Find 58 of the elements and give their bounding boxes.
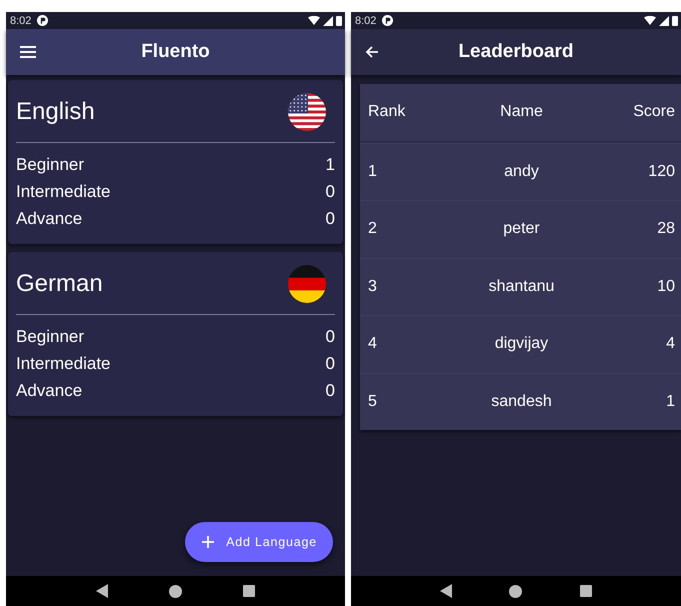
table-cell-text: sandesh <box>490 392 553 411</box>
app-title: Leaderboard <box>458 41 574 63</box>
status-time: 8:02 <box>355 14 376 26</box>
signal-icon <box>659 16 669 26</box>
language-name: German <box>16 270 103 298</box>
table-cell-text: 4 <box>665 335 675 354</box>
language-card[interactable]: German Beginner 0 Intermediate 0 Advance 0 <box>8 252 343 416</box>
table-cell-text: digvijay <box>494 335 550 354</box>
signal-icon <box>323 16 333 26</box>
level-count: 0 <box>326 181 335 203</box>
table-cell-text: 2 <box>368 220 378 238</box>
level-label: Advance <box>16 208 82 230</box>
battery-icon <box>672 15 678 26</box>
level-count: 0 <box>326 380 335 402</box>
level-count: 1 <box>326 154 335 176</box>
level-count: 0 <box>326 208 335 230</box>
home-nav-icon[interactable] <box>509 584 522 598</box>
back-nav-icon[interactable] <box>440 584 452 598</box>
plus-icon <box>202 536 214 548</box>
level-label: Advance <box>16 380 82 402</box>
us-flag-icon <box>288 93 326 131</box>
language-name: English <box>16 98 95 126</box>
table-cell-text: 28 <box>656 220 675 238</box>
table-cell-text: 5 <box>368 392 378 411</box>
level-label: Beginner <box>16 154 84 176</box>
level-label: Intermediate <box>16 181 110 203</box>
back-nav-icon[interactable] <box>96 584 108 598</box>
recents-nav-icon[interactable] <box>242 585 255 597</box>
column-header: Name <box>499 103 544 122</box>
table-cell-text: 1 <box>665 392 675 411</box>
table-cell-text: 10 <box>656 278 675 296</box>
german-flag-icon <box>288 265 326 303</box>
table-cell-text: 120 <box>647 162 675 181</box>
level-count: 0 <box>326 326 335 348</box>
level-label: Beginner <box>16 326 84 348</box>
level-count: 0 <box>326 353 335 375</box>
table-cell-text: 1 <box>368 162 378 181</box>
app-notification-icon <box>37 15 48 26</box>
column-header: Score <box>632 103 675 122</box>
recents-nav-icon[interactable] <box>580 585 592 597</box>
menu-icon[interactable] <box>20 46 36 58</box>
table-cell-text: peter <box>502 220 541 238</box>
table-cell-text: shantanu <box>488 278 556 296</box>
add-language-button[interactable]: Add Language <box>185 522 333 562</box>
table-cell-text: andy <box>503 162 540 181</box>
back-arrow-icon[interactable] <box>365 45 379 59</box>
level-label: Intermediate <box>16 353 110 375</box>
wifi-icon <box>308 16 320 26</box>
table-cell-text: 3 <box>368 278 378 296</box>
language-card[interactable]: English Beginner 1 Intermediate 0 Advance 0 <box>8 80 343 244</box>
table-cell-text: 4 <box>368 335 378 354</box>
wifi-icon <box>644 16 656 26</box>
column-header: Rank <box>368 103 406 122</box>
app-notification-icon <box>382 15 394 26</box>
home-nav-icon[interactable] <box>168 584 182 598</box>
app-title: Fluento <box>141 41 210 63</box>
status-time: 8:02 <box>10 14 32 26</box>
battery-icon <box>336 15 342 26</box>
